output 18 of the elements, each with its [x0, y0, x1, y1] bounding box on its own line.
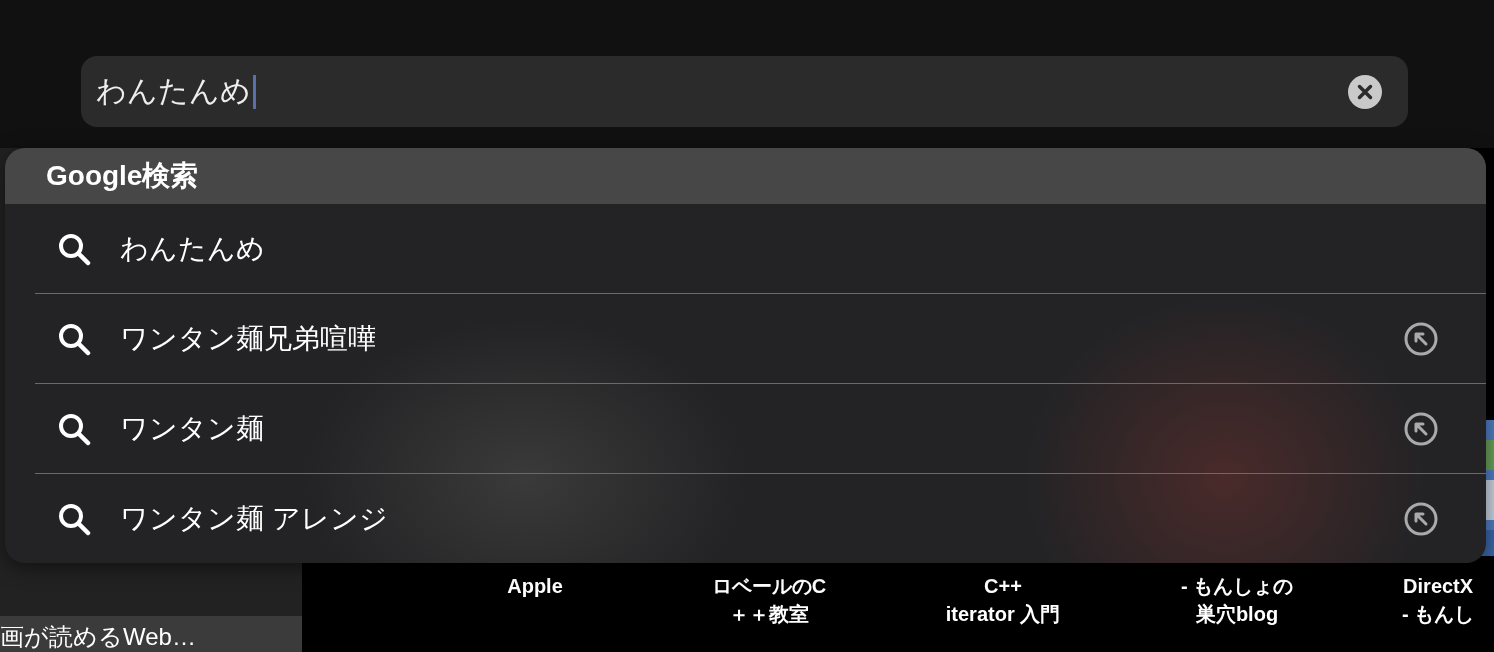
- search-icon: [57, 501, 91, 536]
- search-icon: [57, 321, 91, 356]
- bookmark-title[interactable]: Apple: [507, 572, 563, 600]
- suggestion-item[interactable]: ワンタン麺: [5, 384, 1486, 473]
- bookmark-title[interactable]: C++ iterator 入門: [945, 572, 1061, 628]
- suggestion-item[interactable]: ワンタン麺兄弟喧嘩: [5, 294, 1486, 383]
- bookmark-title[interactable]: - もんしょの 巣穴blog: [1180, 572, 1294, 628]
- bookmark-title[interactable]: DirectX - もんし: [1402, 572, 1475, 628]
- search-icon: [57, 411, 91, 446]
- suggestion-item[interactable]: ワンタン麺 アレンジ: [5, 474, 1486, 563]
- clear-icon[interactable]: [1348, 74, 1382, 109]
- suggestion-item[interactable]: わんたんめ: [5, 204, 1486, 293]
- search-icon: [57, 231, 91, 266]
- bookmark-title[interactable]: ロベールのC ＋＋教室: [711, 572, 827, 628]
- panel-title: Google検索: [46, 159, 199, 193]
- search-field[interactable]: わんたんめ: [81, 56, 1408, 127]
- search-text: わんたんめ: [96, 73, 251, 109]
- text-cursor: [253, 74, 256, 109]
